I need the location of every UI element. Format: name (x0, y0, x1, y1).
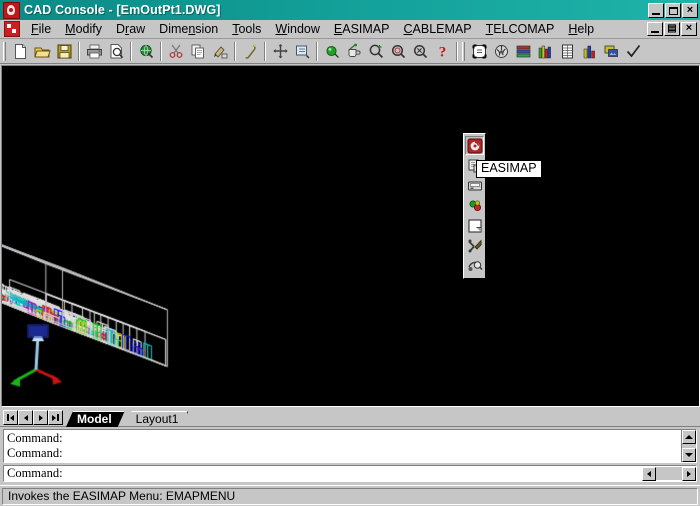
command-history-line: Command: (7, 446, 63, 460)
document-control-icon[interactable] (4, 21, 20, 37)
new-icon[interactable] (9, 41, 31, 62)
tab-layout1[interactable]: Layout1 (125, 411, 189, 427)
window-title: CAD Console - [EmOutPt1.DWG] (24, 3, 221, 17)
svg-text:?: ? (438, 44, 446, 60)
main-toolbar: ? (0, 39, 700, 64)
toolbar-separator (160, 41, 162, 61)
zoom-in-icon[interactable] (343, 41, 365, 62)
print-icon[interactable] (83, 41, 105, 62)
easimap-menu-icon[interactable] (465, 136, 484, 155)
tab-model[interactable]: Model (66, 411, 125, 427)
layout-tabs: Model Layout1 (66, 411, 188, 427)
match-properties-icon[interactable] (209, 41, 231, 62)
command-history-scrollbar[interactable] (681, 430, 696, 462)
toolbar-separator (316, 41, 318, 61)
next-tab-button[interactable] (33, 410, 48, 425)
menu-cablemap[interactable]: CABLEMAP (397, 21, 479, 37)
scroll-left-button[interactable] (642, 466, 656, 481)
menu-easimap[interactable]: EASIMAP (327, 21, 397, 37)
cad-viewport[interactable]: EASIMAP (1, 65, 700, 407)
command-input-line[interactable]: Command: (3, 465, 697, 482)
properties-icon[interactable] (468, 41, 490, 62)
easimap-floor-icon[interactable] (465, 216, 484, 235)
command-history-text: Command: Command: (4, 430, 681, 462)
cut-icon[interactable] (165, 41, 187, 62)
easimap-tools-icon[interactable] (465, 236, 484, 255)
maximize-button[interactable] (665, 2, 681, 18)
tab-nav-buttons (3, 410, 63, 425)
window-controls: × (648, 2, 698, 18)
title-bar: CAD Console - [EmOutPt1.DWG] × (0, 0, 700, 20)
status-bar: Invokes the EASIMAP Menu: EMAPMENU (0, 485, 700, 506)
toolbar-separator (130, 41, 132, 61)
pan-realtime-icon[interactable] (239, 41, 261, 62)
menu-telcomap[interactable]: TELCOMAP (479, 21, 562, 37)
first-tab-button[interactable] (3, 410, 18, 425)
toolbar-grip-2[interactable] (462, 41, 465, 61)
easimap-node-icon[interactable] (465, 196, 484, 215)
menu-modify[interactable]: Modify (58, 21, 109, 37)
menu-help[interactable]: Help (561, 21, 601, 37)
save-disk-icon[interactable] (53, 41, 75, 62)
help-icon[interactable]: ? (431, 41, 453, 62)
toolbar-separator (78, 41, 80, 61)
copy-icon[interactable] (187, 41, 209, 62)
scroll-right-button[interactable] (682, 466, 696, 481)
cad-3d-wireframe-facility[interactable] (2, 66, 699, 406)
layout-tab-strip: Model Layout1 (0, 407, 700, 427)
print-preview-icon[interactable] (105, 41, 127, 62)
menu-window[interactable]: Window (268, 21, 326, 37)
last-tab-button[interactable] (48, 410, 63, 425)
command-input-text[interactable]: Command: (4, 466, 642, 481)
minimize-button[interactable] (648, 2, 664, 18)
close-button[interactable]: × (682, 2, 698, 18)
toolbar-separator (456, 41, 458, 61)
chart-bars-icon[interactable] (578, 41, 600, 62)
redo-globe-icon[interactable] (291, 41, 313, 62)
menu-bar: File Modify Draw Dimension Tools Window … (0, 20, 700, 39)
easimap-equipment-icon[interactable] (465, 176, 484, 195)
zoom-previous-icon[interactable] (365, 41, 387, 62)
open-folder-icon[interactable] (31, 41, 53, 62)
command-history[interactable]: Command: Command: (3, 429, 697, 463)
prev-tab-button[interactable] (18, 410, 33, 425)
easimap-query-icon[interactable] (465, 256, 484, 275)
mdi-controls: ▤ × (647, 22, 697, 36)
mdi-minimize-button[interactable] (647, 22, 663, 36)
help-question-icon[interactable] (409, 41, 431, 62)
render-icon[interactable] (490, 41, 512, 62)
menu-dimension[interactable]: Dimension (152, 21, 225, 37)
scroll-down-button[interactable] (682, 448, 696, 462)
easimap-tooltip: EASIMAP (476, 160, 542, 178)
command-input-scroll[interactable] (642, 466, 696, 481)
command-history-line: Command: (7, 431, 63, 445)
cad-console-window: CAD Console - [EmOutPt1.DWG] × File Modi… (0, 0, 700, 506)
cad-console-icon[interactable] (3, 1, 20, 19)
scroll-track[interactable] (656, 467, 682, 480)
scroll-up-button[interactable] (682, 430, 696, 444)
command-area: Command: Command: Command: (0, 427, 700, 485)
toolbar-separator (264, 41, 266, 61)
status-message: Invokes the EASIMAP Menu: EMAPMENU (2, 487, 698, 505)
layer-rack-icon[interactable] (512, 41, 534, 62)
table-icon[interactable] (556, 41, 578, 62)
easimap-floating-toolbar[interactable] (463, 133, 486, 279)
menu-file[interactable]: File (24, 21, 58, 37)
color-bars-icon[interactable] (534, 41, 556, 62)
drawing-area-wrapper: EASIMAP (0, 64, 700, 407)
mdi-restore-button[interactable]: ▤ (664, 22, 680, 36)
menu-draw[interactable]: Draw (109, 21, 152, 37)
insert-block-icon[interactable] (321, 41, 343, 62)
mdi-close-button[interactable]: × (681, 22, 697, 36)
toolbar-separator (234, 41, 236, 61)
menu-tools[interactable]: Tools (225, 21, 268, 37)
checkmark-icon[interactable] (622, 41, 644, 62)
zoom-window-icon[interactable] (387, 41, 409, 62)
image-attach-icon[interactable] (600, 41, 622, 62)
undo-icon[interactable] (269, 41, 291, 62)
toolbar-grip[interactable] (3, 41, 6, 61)
globe-find-icon[interactable] (135, 41, 157, 62)
